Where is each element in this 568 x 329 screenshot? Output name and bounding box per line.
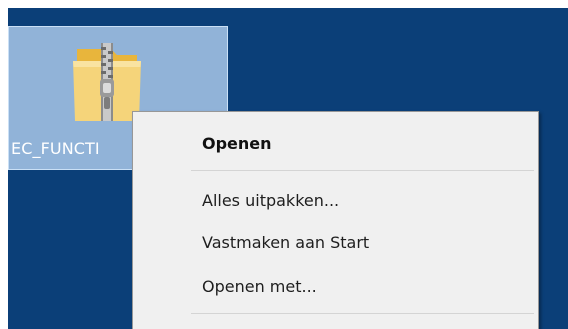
- menu-item-label: Alles uitpakken...: [202, 191, 340, 210]
- desktop[interactable]: EC_FUNCTI Openen Alles uitpakken... Vast…: [8, 8, 568, 329]
- context-menu: Openen Alles uitpakken... Vastmaken aan …: [132, 111, 539, 329]
- file-name-label: EC_FUNCTI: [11, 139, 100, 158]
- menu-item-label: Openen met...: [202, 277, 317, 296]
- menu-item-open-with[interactable]: Openen met...: [135, 271, 536, 303]
- menu-item-label: Vastmaken aan Start: [202, 233, 370, 252]
- menu-item-pin-to-start[interactable]: Vastmaken aan Start: [135, 227, 536, 259]
- menu-item-open[interactable]: Openen: [135, 128, 536, 160]
- menu-item-extract-all[interactable]: Alles uitpakken...: [135, 185, 536, 217]
- menu-separator: [191, 313, 534, 314]
- menu-separator: [191, 170, 534, 171]
- menu-item-label: Openen: [202, 134, 272, 153]
